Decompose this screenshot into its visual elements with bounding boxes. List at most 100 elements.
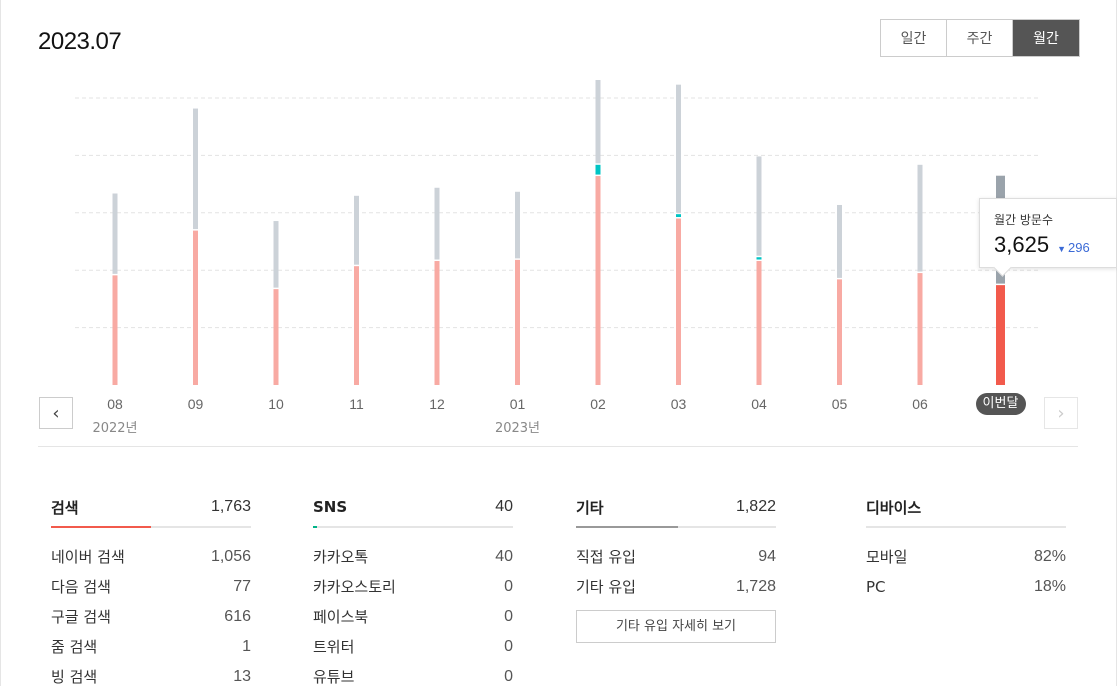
stat-value: 13: [233, 668, 251, 685]
device-panel-title: 디바이스: [866, 498, 922, 517]
stat-value: 77: [233, 578, 251, 595]
year-label: 2022년: [92, 421, 138, 436]
stat-value: 1: [242, 638, 251, 655]
section-divider: [38, 446, 1078, 447]
stat-row: 트위터 0: [313, 632, 513, 662]
stat-row: 카카오스토리 0: [313, 572, 513, 602]
bar-segment[interactable]: [837, 204, 842, 278]
x-tick-label: 03: [670, 396, 687, 412]
period-date-title: 2023.07: [38, 28, 122, 55]
sns-share-bar: [313, 526, 513, 528]
stat-row: 네이버 검색 1,056: [51, 542, 251, 572]
bar-segment[interactable]: [434, 187, 440, 260]
search-share-bar: [51, 526, 251, 528]
bar-segment[interactable]: [837, 279, 842, 385]
stat-value: 1,728: [735, 578, 776, 595]
etc-rows: 직접 유입 94 기타 유입 1,728: [576, 542, 776, 602]
tab-weekly[interactable]: 주간: [947, 20, 1013, 56]
bar-segment[interactable]: [595, 164, 601, 175]
bar-segment[interactable]: [515, 191, 520, 259]
period-toggle: 일간 주간 월간: [880, 19, 1080, 57]
stat-row: PC 18%: [866, 572, 1066, 602]
stat-label: 네이버 검색: [51, 548, 125, 566]
stat-value: 616: [224, 608, 251, 625]
x-tick-label: 01: [509, 396, 526, 412]
stat-row: 모바일 82%: [866, 542, 1066, 572]
bar-segment[interactable]: [354, 195, 359, 265]
stat-row: 기타 유입 1,728: [576, 572, 776, 602]
bar-segment[interactable]: [434, 261, 440, 385]
bar-segment[interactable]: [273, 221, 279, 288]
x-tick-label: 05: [831, 396, 848, 412]
stat-label: 기타 유입: [576, 578, 636, 596]
stat-value: 0: [504, 638, 513, 655]
stat-label: 빙 검색: [51, 668, 98, 686]
x-tick-label: 06: [912, 396, 928, 412]
sns-share-fill: [313, 526, 317, 528]
tooltip-delta: ▼ 296: [1057, 240, 1090, 255]
stat-label: 카카오스토리: [313, 578, 396, 596]
chart-prev-button[interactable]: ‹: [39, 397, 73, 429]
bar-segment[interactable]: [676, 214, 681, 218]
stat-label: 구글 검색: [51, 608, 111, 626]
bar-segment[interactable]: [595, 176, 601, 385]
stat-row: 줌 검색 1: [51, 632, 251, 662]
stat-value: 94: [758, 548, 776, 565]
bar-segment[interactable]: [193, 108, 198, 230]
chart-next-button[interactable]: ›: [1044, 397, 1078, 429]
sns-panel-title: SNS: [313, 498, 348, 516]
stat-label: 줌 검색: [51, 638, 98, 656]
tab-daily[interactable]: 일간: [881, 20, 947, 56]
stat-row: 카카오톡 40: [313, 542, 513, 572]
x-tick-label: 11: [349, 396, 364, 412]
stat-value: 18%: [1033, 578, 1066, 595]
bar-segment[interactable]: [756, 261, 762, 385]
bar-segment[interactable]: [515, 259, 520, 385]
etc-panel-total: 1,822: [735, 498, 776, 515]
stat-value: 0: [504, 668, 513, 685]
chevron-left-icon: ‹: [52, 402, 60, 424]
bar-segment[interactable]: [756, 257, 762, 260]
etc-detail-button[interactable]: 기타 유입 자세히 보기: [576, 610, 776, 643]
x-tick-label: 08: [107, 396, 123, 412]
search-panel-title: 검색: [51, 498, 79, 517]
search-panel: 검색 1,763 네이버 검색 1,056 다음 검색 77 구글 검색 616 줌 검색 1…: [51, 492, 251, 686]
tooltip-delta-value: 296: [1067, 240, 1090, 255]
x-tick-label: 10: [268, 396, 284, 412]
bar-segment[interactable]: [112, 275, 118, 385]
stat-value: 0: [504, 578, 513, 595]
stat-label: 카카오톡: [313, 548, 369, 566]
bar-segment[interactable]: [756, 156, 762, 256]
sns-panel-total: 40: [495, 498, 513, 515]
search-rows: 네이버 검색 1,056 다음 검색 77 구글 검색 616 줌 검색 1 빙 검색 13: [51, 542, 251, 686]
stat-row: 구글 검색 616: [51, 602, 251, 632]
tooltip-label: 월간 방문수: [994, 213, 1054, 227]
stat-label: 모바일: [866, 548, 908, 566]
device-divider: [866, 526, 1066, 528]
tooltip-value: 3,625: [994, 232, 1050, 257]
stat-row: 직접 유입 94: [576, 542, 776, 572]
year-label: 2023년: [494, 421, 541, 436]
stat-value: 40: [495, 548, 513, 565]
stat-label: 직접 유입: [576, 548, 636, 566]
etc-share-bar: [576, 526, 776, 528]
tab-monthly[interactable]: 월간: [1013, 20, 1079, 56]
bar-segment[interactable]: [676, 218, 681, 385]
bar-segment[interactable]: [112, 193, 118, 274]
stat-row: 페이스북 0: [313, 602, 513, 632]
bar-segment[interactable]: [917, 273, 923, 385]
stat-value: 82%: [1033, 548, 1066, 565]
bar-segment[interactable]: [996, 285, 1005, 385]
stat-label: 다음 검색: [51, 578, 111, 596]
bar-segment[interactable]: [273, 289, 279, 385]
bar-segment[interactable]: [193, 230, 198, 385]
stat-value: 1,056: [210, 548, 251, 565]
bar-segment[interactable]: [917, 164, 923, 272]
bar-segment[interactable]: [676, 84, 681, 213]
stat-row: 빙 검색 13: [51, 662, 251, 686]
device-panel: 디바이스 모바일 82% PC 18%: [866, 492, 1066, 602]
visits-tooltip: 월간 방문수 3,625 ▼ 296: [979, 198, 1117, 268]
stat-label: PC: [866, 578, 886, 596]
bar-segment[interactable]: [354, 266, 359, 385]
bar-segment[interactable]: [595, 80, 601, 164]
